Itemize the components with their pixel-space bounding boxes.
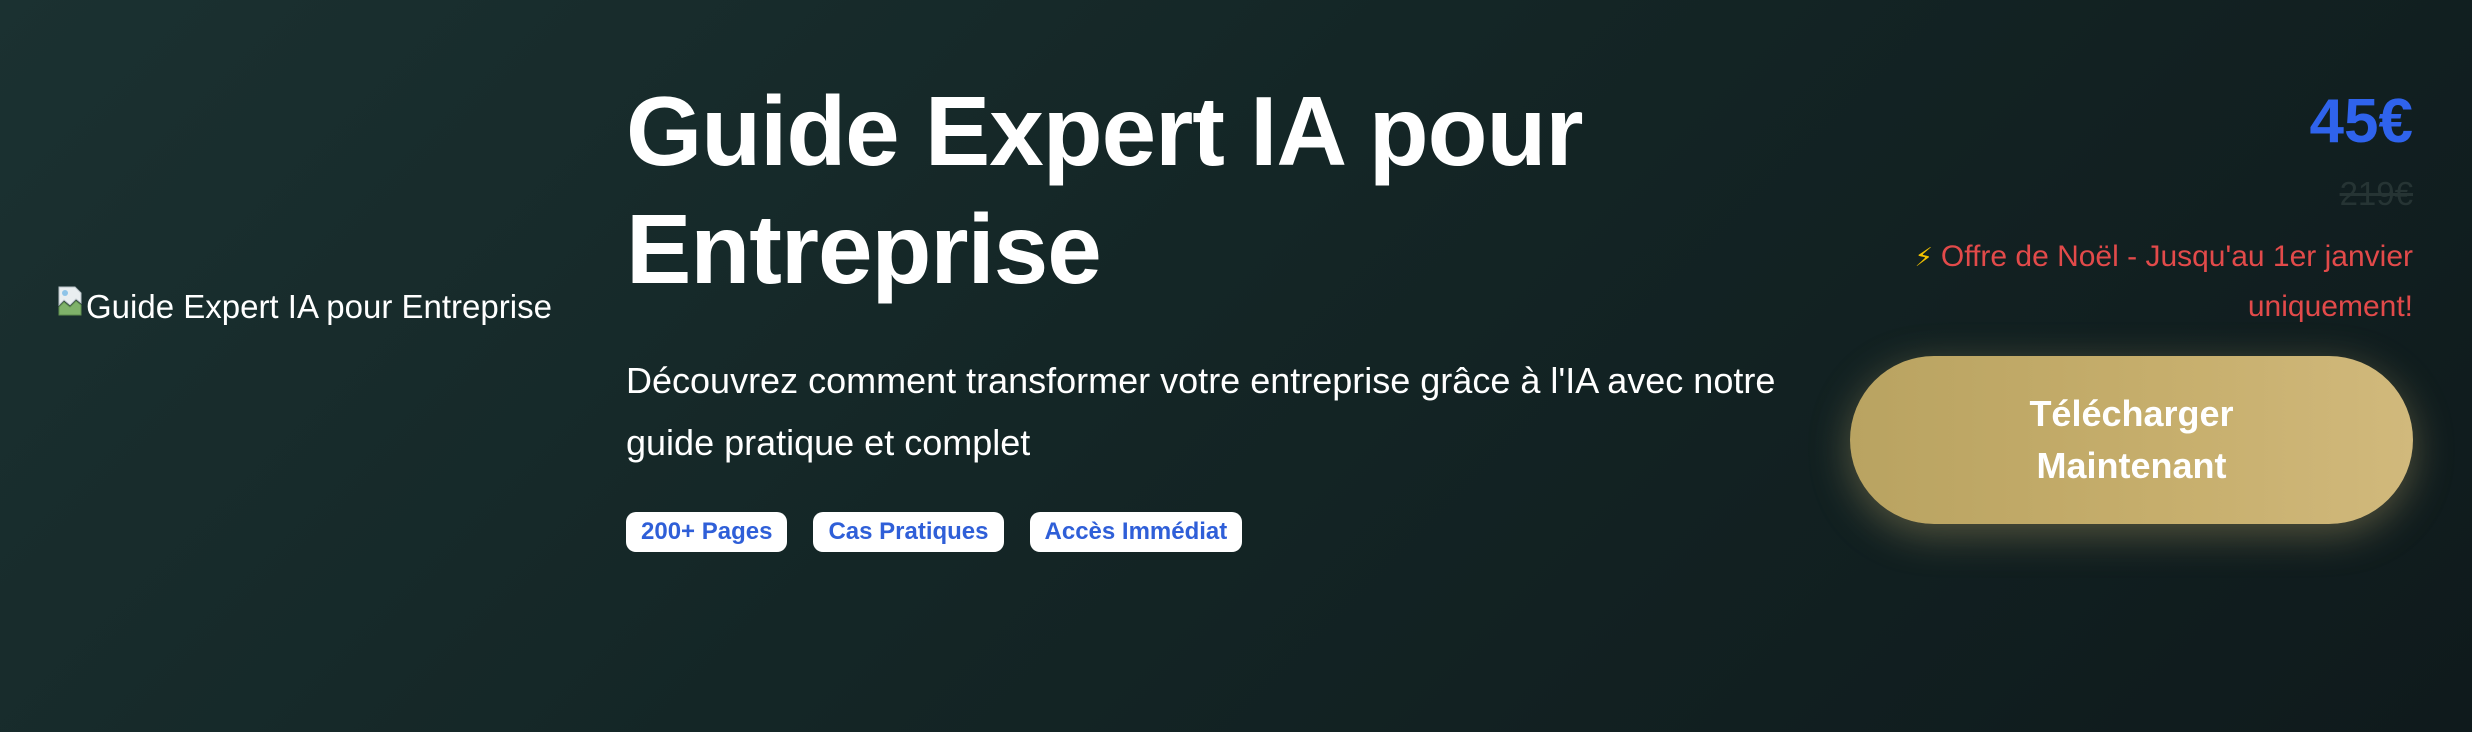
current-price: 45€ <box>2309 87 2413 156</box>
product-banner: Guide Expert IA pour Entreprise Guide Ex… <box>0 0 2472 732</box>
product-image: Guide Expert IA pour Entreprise <box>56 282 576 332</box>
product-info: Guide Expert IA pour Entreprise Découvre… <box>626 72 1786 552</box>
offer-notice: ⚡ Offre de Noël - Jusqu'au 1er janvier un… <box>1853 232 2413 331</box>
badge-case-studies: Cas Pratiques <box>813 512 1004 552</box>
old-price: 219€ <box>2339 175 2413 212</box>
product-title: Guide Expert IA pour Entreprise <box>626 76 1583 304</box>
pricing-panel: 45€ 219€ ⚡ Offre de Noël - Jusqu'au 1er j… <box>1853 80 2413 331</box>
product-subtitle: Découvrez comment transformer votre entr… <box>626 360 1776 463</box>
lightning-icon: ⚡ <box>1914 242 1933 272</box>
product-image-alt-text: Guide Expert IA pour Entreprise <box>86 288 552 325</box>
download-button[interactable]: Télécharger Maintenant <box>1850 356 2413 524</box>
offer-text: Offre de Noël - Jusqu'au 1er janvier uni… <box>1940 240 2413 323</box>
broken-image-icon <box>58 286 82 316</box>
feature-badges: 200+ Pages Cas Pratiques Accès Immédiat <box>626 512 1786 552</box>
badge-pages: 200+ Pages <box>626 512 788 552</box>
badge-instant-access: Accès Immédiat <box>1029 512 1243 552</box>
